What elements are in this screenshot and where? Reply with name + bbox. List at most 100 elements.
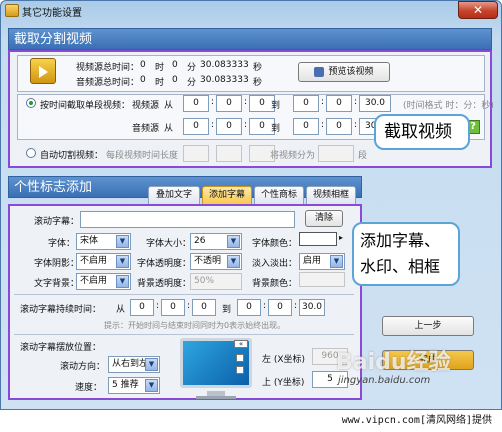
chevron-down-icon: ▼ <box>227 235 240 248</box>
video-end-seconds-input[interactable]: 30.0 <box>359 95 391 112</box>
chevron-down-icon: ▼ <box>227 255 240 268</box>
seconds-unit: 秒 <box>253 78 263 88</box>
scroll-subtitle-label: 滚动字幕： <box>34 217 80 227</box>
segment-count-input[interactable] <box>318 145 354 162</box>
add-subtitle-callout: 添加字幕、水印、相框 <box>352 222 460 286</box>
preview-video-button[interactable]: 预览该视频 <box>298 62 390 82</box>
divider <box>14 294 354 295</box>
duration-start-minutes-input[interactable]: 0 <box>161 299 185 316</box>
audio-total-hours: 0 <box>140 75 146 85</box>
duration-label: 滚动字幕持续时间： <box>20 305 102 315</box>
audio-start-minutes-input[interactable]: 0 <box>216 118 242 135</box>
video-to-label: 到 <box>271 101 281 111</box>
subtitle-position-marker-icon[interactable]: « <box>234 340 248 348</box>
colon: : <box>211 120 215 130</box>
duration-hint: 提示：开始时间与结束时间同时为0表示始终出现。 <box>104 321 286 330</box>
audio-to-label: 到 <box>271 124 281 134</box>
colon: : <box>211 97 215 107</box>
duration-to-label: 到 <box>222 305 232 315</box>
audio-start-hours-input[interactable]: 0 <box>183 118 209 135</box>
duration-end-minutes-input[interactable]: 0 <box>268 299 292 316</box>
speed-label: 速度： <box>75 383 103 393</box>
window-title: 其它功能设置 <box>22 8 82 19</box>
position-handle-icon[interactable] <box>236 354 244 362</box>
font-select[interactable]: 宋体 ▼ <box>76 233 131 250</box>
minutes-unit: 分 <box>187 78 197 88</box>
tab-overlay-text[interactable]: 叠加文字 <box>148 186 200 205</box>
app-icon <box>5 4 19 17</box>
audio-total-seconds: 30.083333 <box>200 75 249 85</box>
video-total-label: 视频源总时间： <box>76 63 140 73</box>
audio-end-hours-input[interactable]: 0 <box>293 118 319 135</box>
segment-length-label: 每段视频时间长度 <box>106 151 179 161</box>
divider <box>14 334 354 335</box>
monitor-base <box>196 396 236 399</box>
duration-start-hours-input[interactable]: 0 <box>130 299 154 316</box>
font-opacity-select[interactable]: 不透明 ▼ <box>190 253 242 270</box>
duration-from-label: 从 <box>116 305 126 315</box>
font-opacity-label: 字体透明度： <box>137 259 192 269</box>
text-background-label: 文字背景： <box>34 279 80 289</box>
font-color-swatch[interactable] <box>299 232 337 246</box>
audio-total-label: 音频源总时间： <box>76 78 140 88</box>
colon: : <box>354 97 358 107</box>
video-source-label: 视频源 <box>132 101 160 111</box>
speed-value: 5 推荐 <box>112 380 139 390</box>
time-mode-radio[interactable] <box>26 98 36 108</box>
font-select-value: 宋体 <box>80 236 99 246</box>
close-button[interactable]: ✕ <box>458 1 498 19</box>
video-start-hours-input[interactable]: 0 <box>183 95 209 112</box>
position-handle-icon[interactable] <box>236 366 244 374</box>
clear-button[interactable]: 清除 <box>305 210 343 227</box>
duration-end-seconds-input[interactable]: 30.0 <box>299 299 325 316</box>
font-size-label: 字体大小： <box>146 239 192 249</box>
tab-video-frame[interactable]: 视频相框 <box>306 186 356 205</box>
video-start-minutes-input[interactable]: 0 <box>216 95 242 112</box>
auto-split-label: 自动切割视频： <box>40 151 104 161</box>
video-end-minutes-input[interactable]: 0 <box>326 95 352 112</box>
font-opacity-value: 不透明 <box>194 256 222 266</box>
duration-end-hours-input[interactable]: 0 <box>237 299 261 316</box>
video-total-seconds: 30.083333 <box>200 60 249 70</box>
color-picker-arrow-icon[interactable]: ▸ <box>339 233 343 242</box>
scroll-subtitle-input[interactable] <box>80 211 295 228</box>
colon: : <box>187 301 191 311</box>
video-end-hours-input[interactable]: 0 <box>293 95 319 112</box>
baidu-watermark: Baidu经验 <box>336 350 451 375</box>
text-background-value: 不启用 <box>80 276 108 286</box>
top-coordinate-label: 上 (Y坐标) <box>262 378 305 388</box>
segment-hours-input[interactable] <box>183 145 209 162</box>
colon: : <box>321 97 325 107</box>
font-size-value: 26 <box>194 236 206 246</box>
minutes-unit: 分 <box>187 63 197 73</box>
fade-value: 启用 <box>303 256 322 266</box>
direction-value: 从右到左 <box>112 359 149 369</box>
tab-custom-logo[interactable]: 个性商标 <box>254 186 304 205</box>
auto-split-radio[interactable] <box>26 148 36 158</box>
direction-select[interactable]: 从右到左 ▼ <box>108 356 160 373</box>
title-bar[interactable]: 其它功能设置 ✕ <box>0 0 502 22</box>
chevron-down-icon: ▼ <box>145 358 158 371</box>
audio-total-minutes: 0 <box>172 75 178 85</box>
background-color-swatch[interactable] <box>299 272 345 287</box>
font-shadow-label: 字体阴影： <box>34 259 80 269</box>
text-background-select[interactable]: 不启用 ▼ <box>76 273 131 290</box>
video-total-hours: 0 <box>140 60 146 70</box>
capture-section-header: 截取分割视频 <box>8 28 492 50</box>
hours-unit: 时 <box>155 63 165 73</box>
fade-select[interactable]: 启用 ▼ <box>299 253 345 270</box>
speed-select[interactable]: 5 推荐 ▼ <box>108 377 160 394</box>
font-size-select[interactable]: 26 ▼ <box>190 233 242 250</box>
background-opacity-select[interactable]: 50% <box>190 273 242 290</box>
font-color-label: 字体颜色： <box>252 239 298 249</box>
background-opacity-value: 50% <box>194 276 215 286</box>
tab-add-subtitle[interactable]: 添加字幕 <box>202 186 252 205</box>
colon: : <box>354 120 358 130</box>
duration-start-seconds-input[interactable]: 0 <box>192 299 216 316</box>
font-shadow-select[interactable]: 不启用 ▼ <box>76 253 131 270</box>
colon: : <box>156 301 160 311</box>
previous-step-button[interactable]: 上一步 <box>382 316 474 336</box>
colon: : <box>321 120 325 130</box>
segment-minutes-input[interactable] <box>216 145 242 162</box>
audio-end-minutes-input[interactable]: 0 <box>326 118 352 135</box>
